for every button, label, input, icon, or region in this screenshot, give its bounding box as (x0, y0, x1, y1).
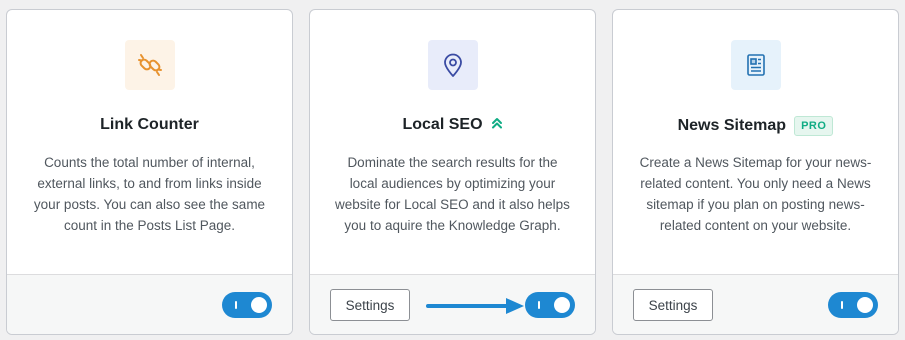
settings-button[interactable]: Settings (633, 289, 713, 321)
double-chevron-up-icon (491, 116, 503, 134)
news-document-icon (730, 40, 781, 90)
card-title-row: Link Counter (7, 116, 292, 134)
module-toggle-switch[interactable] (525, 292, 575, 318)
settings-button[interactable]: Settings (330, 289, 410, 321)
location-pin-icon (427, 40, 478, 90)
card-body: News Sitemap PRO Create a News Sitemap f… (613, 10, 898, 274)
annotation-arrow-icon (426, 298, 524, 314)
card-body: Local SEO Dominate the search results fo… (310, 10, 595, 274)
card-title-row: News Sitemap PRO (613, 116, 898, 136)
card-description: Create a News Sitemap for your news-rela… (639, 155, 872, 233)
card-description: Counts the total number of internal, ext… (33, 155, 266, 233)
toggle-knob (251, 297, 267, 313)
module-toggle-switch[interactable] (828, 292, 878, 318)
pro-badge: PRO (794, 116, 834, 136)
card-title: Local SEO (402, 116, 483, 133)
card-description: Dominate the search results for the loca… (335, 155, 570, 233)
module-card-news-sitemap: News Sitemap PRO Create a News Sitemap f… (612, 9, 899, 335)
module-card-local-seo: Local SEO Dominate the search results fo… (309, 9, 596, 335)
link-counter-icon (124, 40, 175, 90)
card-body: Link Counter Counts the total number of … (7, 10, 292, 274)
toggle-on-indicator (235, 301, 237, 309)
card-title: News Sitemap (677, 117, 787, 134)
module-card-link-counter: Link Counter Counts the total number of … (6, 9, 293, 335)
module-toggle-switch[interactable] (222, 292, 272, 318)
toggle-on-indicator (841, 301, 843, 309)
card-title-row: Local SEO (310, 116, 595, 134)
card-title: Link Counter (100, 116, 199, 133)
card-footer: Settings (613, 274, 898, 334)
card-footer (7, 274, 292, 334)
toggle-knob (554, 297, 570, 313)
toggle-on-indicator (538, 301, 540, 309)
toggle-knob (857, 297, 873, 313)
